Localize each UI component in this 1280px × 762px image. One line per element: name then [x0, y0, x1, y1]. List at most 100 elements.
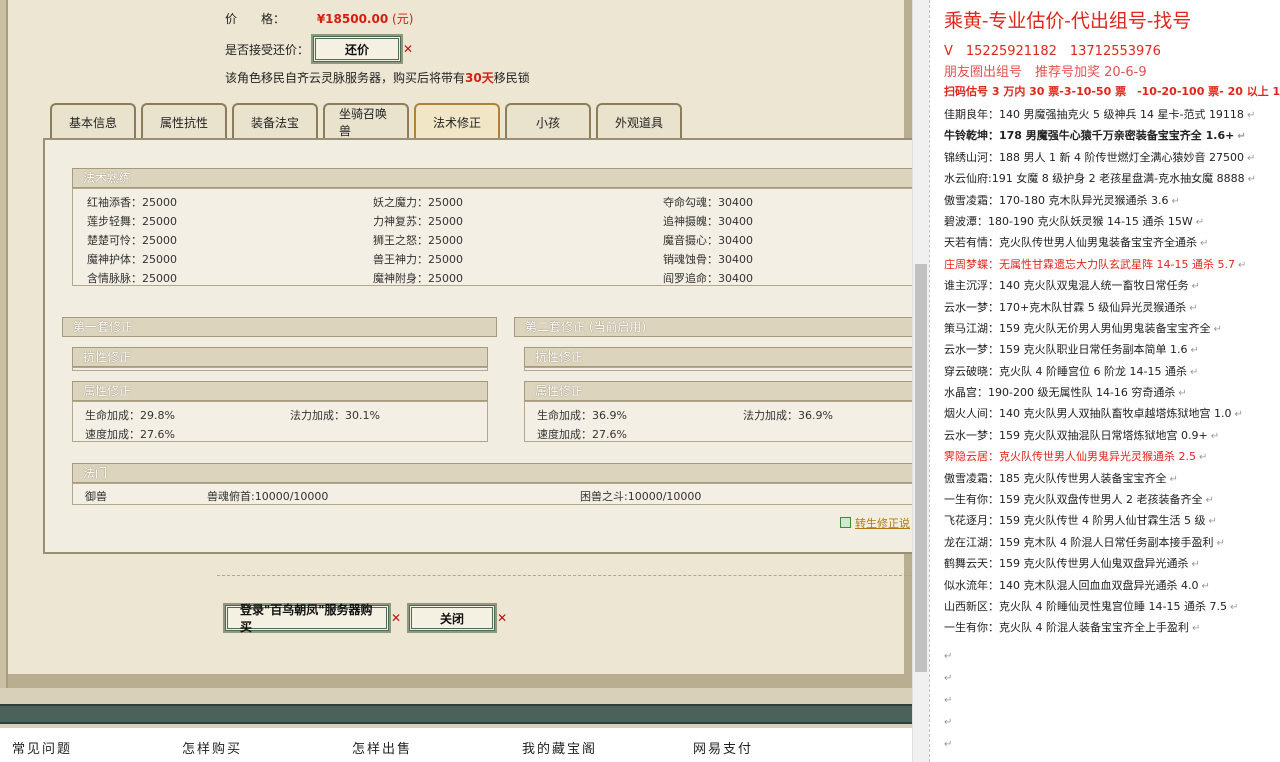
paragraph-mark: ↵ [1205, 495, 1214, 507]
skill-item: 夺命勾魂：30400 [663, 196, 753, 209]
skill-item: 狮王之怒：25000 [373, 234, 463, 247]
doc-line: 谁主沉浮：140 克火队双鬼混人统一畜牧日常任务 ↵ [944, 275, 1280, 296]
paragraph-mark: ↵ [1190, 345, 1199, 357]
tab-mounts-pets[interactable]: 坐骑召唤兽 [323, 103, 409, 139]
tab-basic-info[interactable]: 基本信息 [50, 103, 136, 139]
price-value: ¥18500.00 [316, 12, 389, 26]
doc-line: 傲雪凌霜：185 克火队传世男人装备宝宝齐全 ↵ [944, 468, 1280, 489]
login-server-buy-button[interactable]: 登录"百鸟朝凤"服务器购买 [225, 603, 389, 634]
empty-paragraphs: ↵ ↵ ↵ ↵ ↵ [944, 646, 952, 756]
doc-line-text: 水云仙府:191 女魔 8 级护身 2 老孩星盘满-克水抽女魔 8888 [944, 172, 1245, 186]
doc-line-text: 一生有你：克火队 4 阶混人装备宝宝齐全上手盈利 [944, 621, 1189, 635]
paragraph-mark: ↵ [1169, 473, 1178, 485]
magic-header: 法门 [72, 463, 912, 483]
skill-item: 莲步轻舞：25000 [87, 215, 177, 228]
tab-equipment[interactable]: 装备法宝 [232, 103, 318, 139]
skill-item: 追神摄魄：30400 [663, 215, 753, 228]
scrollbar-thumb[interactable] [915, 264, 927, 672]
paragraph-mark: ↵ [1178, 388, 1187, 400]
vertical-scrollbar[interactable] [912, 0, 929, 762]
set1-header: 第一套修正 [62, 317, 497, 337]
doc-line: 一生有你：克火队 4 阶混人装备宝宝齐全上手盈利 ↵ [944, 617, 1280, 638]
close-icon: ✕ [497, 611, 508, 625]
skill-item: 销魂蚀骨：30400 [663, 253, 753, 266]
footer-link-faq[interactable]: 常见问题 [12, 738, 72, 757]
paragraph-mark: ↵ [1171, 195, 1180, 207]
set2-hp: 生命加成：36.9% [537, 409, 627, 422]
skill-item: 含情脉脉：25000 [87, 272, 177, 285]
set1-hp: 生命加成：29.8% [85, 409, 175, 422]
bargain-button[interactable]: 还价 [313, 36, 401, 62]
doc-line-text: 庄周梦蝶：无属性甘霖遗忘大力队玄武星阵 14-15 通杀 5.7 [944, 257, 1235, 271]
doc-line-text: 策马江湖：159 克火队无价男人男仙男鬼装备宝宝齐全 [944, 321, 1211, 335]
skill-section-header: 法术熟练 [72, 168, 912, 188]
paragraph-mark: ↵ [1246, 152, 1256, 164]
set1-resist-box [72, 367, 488, 371]
paragraph-mark: ↵ [1191, 281, 1200, 293]
reincarnate-link[interactable]: 转生修正说 [840, 515, 910, 531]
close-icon: ✕ [403, 42, 414, 56]
footer-nav: 常见问题 怎样购买 怎样出售 我的藏宝阁 网易支付 [0, 728, 912, 762]
footer-link-how-to-sell[interactable]: 怎样出售 [352, 738, 412, 757]
price-row: 价 格： ¥18500.00 (元) [225, 10, 413, 27]
close-icon: ✕ [391, 611, 402, 625]
doc-line-text: 佳期良年：140 男魔强抽克火 5 级神兵 14 星卡-范式 19118 [944, 108, 1244, 121]
footer-link-netease-pay[interactable]: 网易支付 [693, 738, 753, 757]
skill-item: 魔神附身：25000 [373, 272, 463, 285]
paragraph-mark: ↵ [944, 717, 953, 728]
paragraph-mark: ↵ [1234, 409, 1243, 421]
footer-link-how-to-buy[interactable]: 怎样购买 [182, 738, 242, 757]
doc-line-text: 穿云破晓：克火队 4 阶睡宫位 6 阶龙 14-15 通杀 [944, 364, 1187, 378]
doc-line: 鹤舞云天：159 克火队传世男人仙鬼双盘异光通杀 ↵ [944, 553, 1280, 574]
doc-title: 乘黄-专业估价-代出组号-找号 [944, 10, 1192, 32]
paragraph-mark: ↵ [944, 695, 953, 706]
doc-line-text: 云水一梦：170+克木队甘霖 5 级仙异光灵猴通杀 [944, 300, 1187, 314]
tab-children[interactable]: 小孩 [505, 103, 591, 139]
doc-line: 霁隐云居：克火队传世男人仙男鬼异光灵猴通杀 2.5 ↵ [944, 446, 1280, 467]
paragraph-mark: ↵ [1237, 131, 1246, 143]
migrate-notice: 该角色移民自齐云灵脉服务器，购买后将带有30天移民锁 [225, 69, 530, 86]
migrate-days: 30天 [465, 71, 494, 85]
paragraph-mark: ↵ [1200, 238, 1209, 250]
game-trade-panel: 价 格： ¥18500.00 (元) 是否接受还价： 还价 ✕ 该角色移民自齐云… [0, 0, 912, 762]
price-unit: (元) [392, 12, 414, 26]
doc-line: 佳期良年：140 男魔强抽克火 5 级神兵 14 星卡-范式 19118 ↵ [944, 104, 1280, 125]
doc-line: 烟火人间：140 克火队男人双抽队畜牧卓越塔炼狱地宫 1.0 ↵ [944, 403, 1280, 424]
paragraph-mark: ↵ [944, 673, 953, 684]
paragraph-mark: ↵ [1189, 366, 1199, 378]
paragraph-mark: ↵ [1192, 623, 1201, 635]
close-button[interactable]: 关闭 [409, 605, 496, 631]
footer-link-my-treasure[interactable]: 我的藏宝阁 [522, 738, 597, 757]
paragraph-mark: ↵ [944, 651, 953, 662]
doc-line: 水云仙府:191 女魔 8 级护身 2 老孩星盘满-克水抽女魔 8888 ↵ [944, 168, 1280, 189]
doc-line-text: 云水一梦：159 克火队双抽混队日常塔炼狱地宫 0.9+ [944, 428, 1208, 442]
skill-item: 魔音摄心：30400 [663, 234, 753, 247]
set1-resist-header: 抗性修正 [72, 347, 488, 367]
doc-pricing-note: 扫码估号 3 万内 30 票-3-10-50 票 -10-20-100 票- 2… [944, 85, 1280, 98]
set1-mp: 法力加成：30.1% [290, 409, 380, 422]
bottom-band [0, 704, 912, 724]
set1-speed: 速度加成：27.6% [85, 428, 175, 441]
doc-line: 牛铃乾坤：178 男魔强牛心猿千万亲密装备宝宝齐全 1.6+ ↵ [944, 125, 1280, 146]
doc-line: 云水一梦：159 克火队职业日常任务副本简单 1.6 ↵ [944, 339, 1280, 360]
migrate-text-pre: 该角色移民自齐云灵脉服务器，购买后将带有 [225, 71, 466, 85]
doc-line-text: 山西新区：克火队 4 阶睡仙灵性鬼宫位睡 14-15 通杀 7.5 [944, 599, 1227, 613]
skill-item: 红袖添香：25000 [87, 196, 177, 209]
set2-attr-header: 属性修正 [524, 381, 912, 401]
set2-mp: 法力加成：36.9% [743, 409, 833, 422]
doc-line: 龙在江湖：159 克木队 4 阶混人日常任务副本接手盈利 ↵ [944, 532, 1280, 553]
skill-item: 力神复苏：25000 [373, 215, 463, 228]
doc-line: 一生有你：159 克火队双盘传世男人 2 老孩装备齐全 ↵ [944, 489, 1280, 510]
tab-spell-modifiers[interactable]: 法术修正 [414, 103, 500, 139]
paragraph-mark: ↵ [1237, 259, 1247, 271]
paragraph-mark: ↵ [1246, 110, 1256, 121]
paragraph-mark: ↵ [1208, 516, 1217, 528]
migrate-text-post: 移民锁 [493, 71, 530, 85]
skill-item: 阎罗追命：30400 [663, 272, 753, 285]
tab-attributes[interactable]: 属性抗性 [141, 103, 227, 139]
magic-value-2: 困兽之斗:10000/10000 [580, 490, 702, 503]
reincarnate-link-label: 转生修正说 [855, 517, 910, 530]
doc-line-text: 云水一梦：159 克火队职业日常任务副本简单 1.6 [944, 343, 1188, 357]
doc-line: 水晶宫：190-200 级无属性队 14-16 穷奇通杀 ↵ [944, 382, 1280, 403]
tab-appearance[interactable]: 外观道具 [596, 103, 682, 139]
